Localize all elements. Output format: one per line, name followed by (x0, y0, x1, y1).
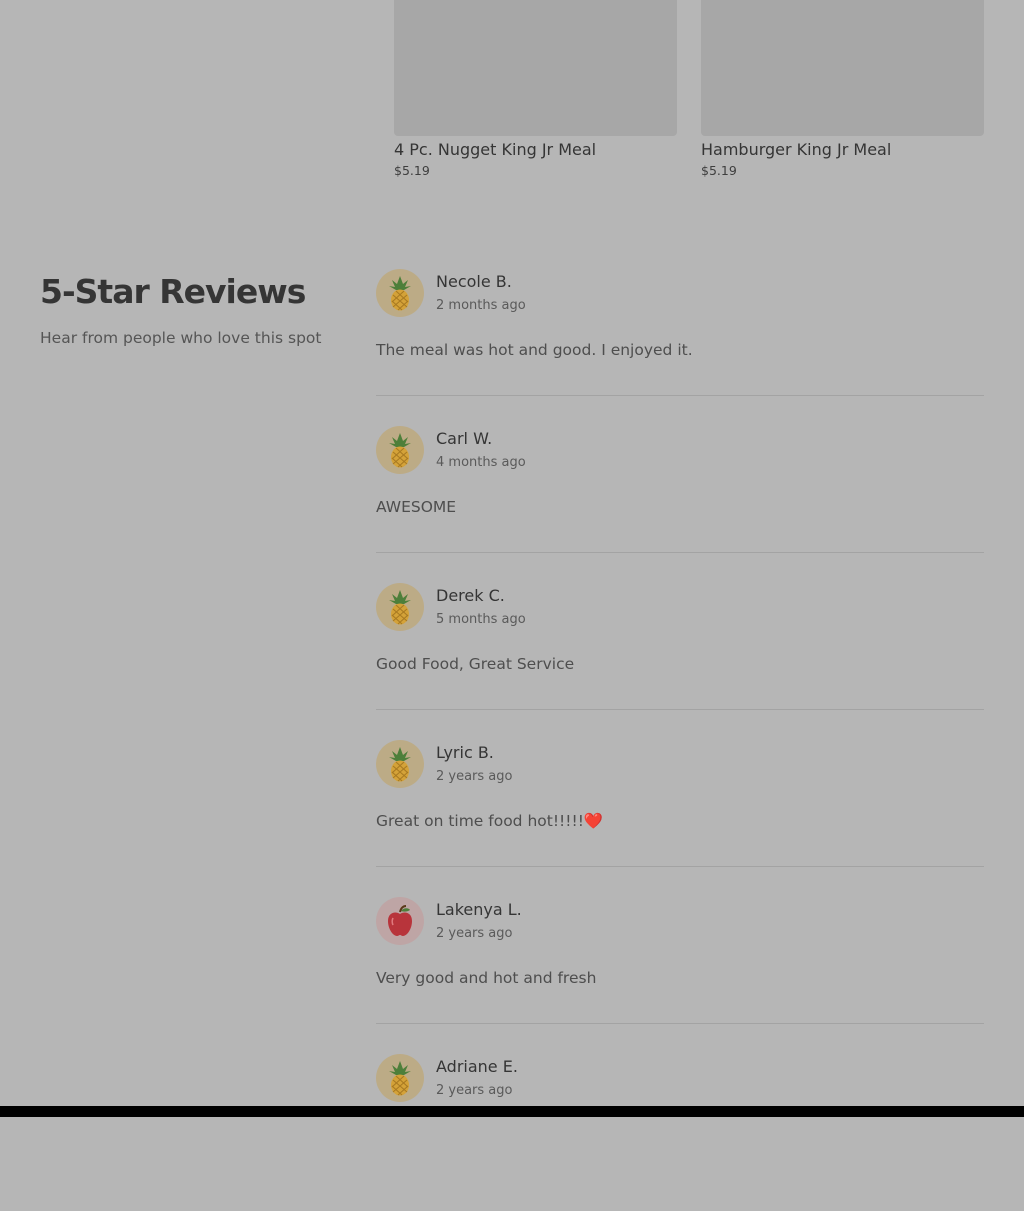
review-date: 5 months ago (436, 612, 526, 627)
reviewer-avatar (376, 583, 424, 631)
pineapple-icon (387, 1060, 413, 1096)
reviewer-name: Lakenya L. (436, 900, 522, 919)
reviewer-avatar (376, 1054, 424, 1102)
reviewer-name: Adriane E. (436, 1057, 518, 1076)
review-text: Very good and hot and fresh (376, 969, 597, 987)
menu-item-name: Hamburger King Jr Meal (701, 140, 892, 159)
review-date: 2 years ago (436, 769, 513, 784)
review-divider (376, 709, 984, 710)
reviewer-avatar (376, 740, 424, 788)
review-item: Necole B. 2 months ago The meal was hot … (376, 269, 984, 426)
review-divider (376, 1023, 984, 1024)
review-text: AWESOME (376, 498, 457, 516)
reviews-section-title: 5-Star Reviews (40, 272, 306, 311)
review-date: 2 years ago (436, 926, 513, 941)
review-item: Adriane E. 2 years ago (376, 1054, 984, 1211)
review-item: Lyric B. 2 years ago Great on time food … (376, 740, 984, 897)
bottom-edge-bar (0, 1106, 1024, 1117)
reviewer-name: Derek C. (436, 586, 505, 605)
menu-item-price: $5.19 (701, 163, 737, 178)
menu-item-card[interactable]: 4 Pc. Nugget King Jr Meal $5.19 (394, 0, 677, 179)
pineapple-icon (387, 275, 413, 311)
reviewer-name: Carl W. (436, 429, 493, 448)
pineapple-icon (387, 746, 413, 782)
menu-item-price: $5.19 (394, 163, 430, 178)
review-item: Lakenya L. 2 years ago Very good and hot… (376, 897, 984, 1054)
menu-item-card[interactable]: Hamburger King Jr Meal $5.19 (701, 0, 984, 179)
reviewer-avatar (376, 269, 424, 317)
review-text: Good Food, Great Service (376, 655, 575, 673)
review-divider (376, 395, 984, 396)
menu-item-name: 4 Pc. Nugget King Jr Meal (394, 140, 597, 159)
apple-icon (385, 905, 415, 937)
review-text: Great on time food hot!!!!!❤️ (376, 812, 604, 830)
review-date: 2 years ago (436, 1083, 513, 1098)
reviewer-name: Lyric B. (436, 743, 494, 762)
pineapple-icon (387, 589, 413, 625)
pineapple-icon (387, 432, 413, 468)
reviewer-avatar (376, 426, 424, 474)
menu-item-image[interactable] (394, 0, 677, 136)
reviewer-avatar (376, 897, 424, 945)
review-date: 2 months ago (436, 298, 526, 313)
review-list: Necole B. 2 months ago The meal was hot … (376, 269, 984, 1211)
review-text: The meal was hot and good. I enjoyed it. (376, 341, 693, 359)
review-divider (376, 552, 984, 553)
reviewer-name: Necole B. (436, 272, 512, 291)
review-divider (376, 866, 984, 867)
reviews-section-subtitle: Hear from people who love this spot (40, 329, 322, 347)
review-date: 4 months ago (436, 455, 526, 470)
review-item: Derek C. 5 months ago Good Food, Great S… (376, 583, 984, 740)
review-item: Carl W. 4 months ago AWESOME (376, 426, 984, 583)
menu-item-image[interactable] (701, 0, 984, 136)
